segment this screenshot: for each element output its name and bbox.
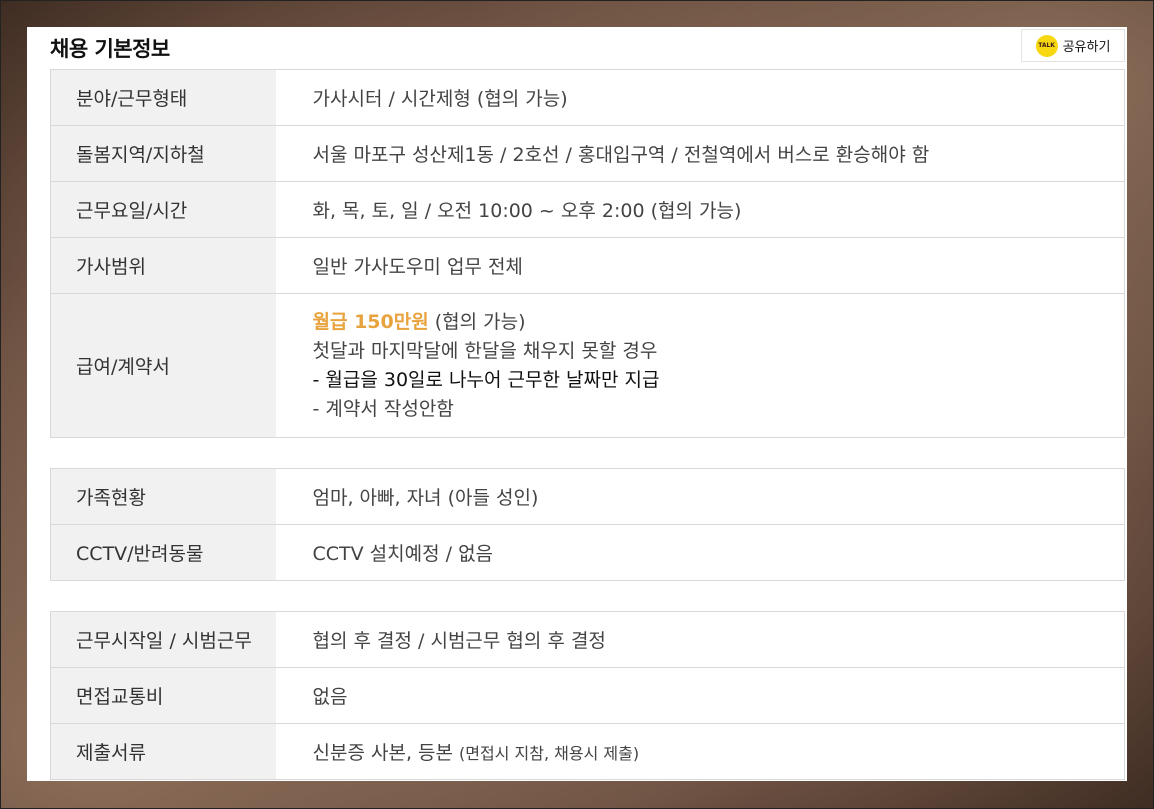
salary-line: 월급 150만원 (협의 가능) — [313, 308, 1125, 337]
salary-proration-note: - 월급을 30일로 나누어 근무한 날짜만 지급 — [312, 368, 660, 391]
salary-negotiable: (협의 가능) — [434, 310, 526, 333]
table-row: 제출서류 신분증 사본, 등본 (면접시 지참, 채용시 제출) — [50, 723, 1125, 780]
row-label: 돌봄지역/지하철 — [50, 125, 276, 182]
row-value: 협의 후 결정 / 시범근무 협의 후 결정 — [275, 611, 1125, 668]
salary-row: 급여/계약서 월급 150만원 (협의 가능) 첫달과 마지막달에 한달을 채우… — [50, 293, 1125, 438]
table-row: 돌봄지역/지하철 서울 마포구 성산제1동 / 2호선 / 홍대입구역 / 전철… — [50, 125, 1125, 182]
row-label: 근무요일/시간 — [50, 181, 276, 238]
share-button-label: 공유하기 — [1062, 40, 1111, 55]
family-info-table: 가족현황 엄마, 아빠, 자녀 (아들 성인) CCTV/반려동물 CCTV 설… — [50, 468, 1125, 581]
row-label: 근무시작일 / 시범근무 — [50, 611, 276, 668]
row-label: 분야/근무형태 — [50, 69, 276, 126]
section-title: 채용 기본정보 — [50, 37, 170, 61]
row-value: 서울 마포구 성산제1동 / 2호선 / 홍대입구역 / 전철역에서 버스로 환… — [275, 125, 1125, 182]
row-value: 화, 목, 토, 일 / 오전 10:00 ~ 오후 2:00 (협의 가능) — [275, 181, 1125, 238]
salary-amount: 월급 150만원 — [312, 310, 429, 333]
documents-value: 신분증 사본, 등본 (면접시 지참, 채용시 제출) — [275, 723, 1125, 780]
hiring-process-table: 근무시작일 / 시범근무 협의 후 결정 / 시범근무 협의 후 결정 면접교통… — [50, 611, 1125, 780]
row-label: CCTV/반려동물 — [50, 524, 276, 581]
kakaotalk-icon: TALK — [1035, 34, 1058, 57]
row-value: 없음 — [275, 667, 1125, 724]
row-value: 일반 가사도우미 업무 전체 — [275, 237, 1125, 294]
row-label: 가사범위 — [50, 237, 276, 294]
row-label: 면접교통비 — [50, 667, 276, 724]
row-label: 제출서류 — [50, 723, 276, 780]
row-value: CCTV 설치예정 / 없음 — [275, 524, 1125, 581]
row-value: 가사시터 / 시간제형 (협의 가능) — [275, 69, 1125, 126]
table-row: 가족현황 엄마, 아빠, 자녀 (아들 성인) — [50, 468, 1125, 525]
salary-details: 월급 150만원 (협의 가능) 첫달과 마지막달에 한달을 채우지 못할 경우… — [275, 293, 1125, 438]
table-row: 면접교통비 없음 — [50, 667, 1125, 724]
table-row: 가사범위 일반 가사도우미 업무 전체 — [50, 237, 1125, 294]
table-row: 근무시작일 / 시범근무 협의 후 결정 / 시범근무 협의 후 결정 — [50, 611, 1125, 668]
row-label: 급여/계약서 — [50, 293, 276, 438]
basic-info-table: 분야/근무형태 가사시터 / 시간제형 (협의 가능) 돌봄지역/지하철 서울 … — [50, 69, 1125, 438]
row-label: 가족현황 — [50, 468, 276, 525]
table-row: 분야/근무형태 가사시터 / 시간제형 (협의 가능) — [50, 69, 1125, 126]
salary-condition: 첫달과 마지막달에 한달을 채우지 못할 경우 — [312, 339, 658, 362]
table-row: CCTV/반려동물 CCTV 설치예정 / 없음 — [50, 524, 1125, 581]
table-row: 근무요일/시간 화, 목, 토, 일 / 오전 10:00 ~ 오후 2:00 … — [50, 181, 1125, 238]
documents-note: (면접시 지참, 채용시 제출) — [459, 744, 640, 763]
job-info-panel: 채용 기본정보 TALK 공유하기 분야/근무형태 가사시터 / 시간제형 (협… — [27, 27, 1127, 781]
documents-list: 신분증 사본, 등본 — [312, 742, 453, 764]
contract-note: - 계약서 작성안함 — [312, 397, 454, 420]
kakao-share-button[interactable]: TALK 공유하기 — [1021, 29, 1125, 62]
row-value: 엄마, 아빠, 자녀 (아들 성인) — [275, 468, 1125, 525]
